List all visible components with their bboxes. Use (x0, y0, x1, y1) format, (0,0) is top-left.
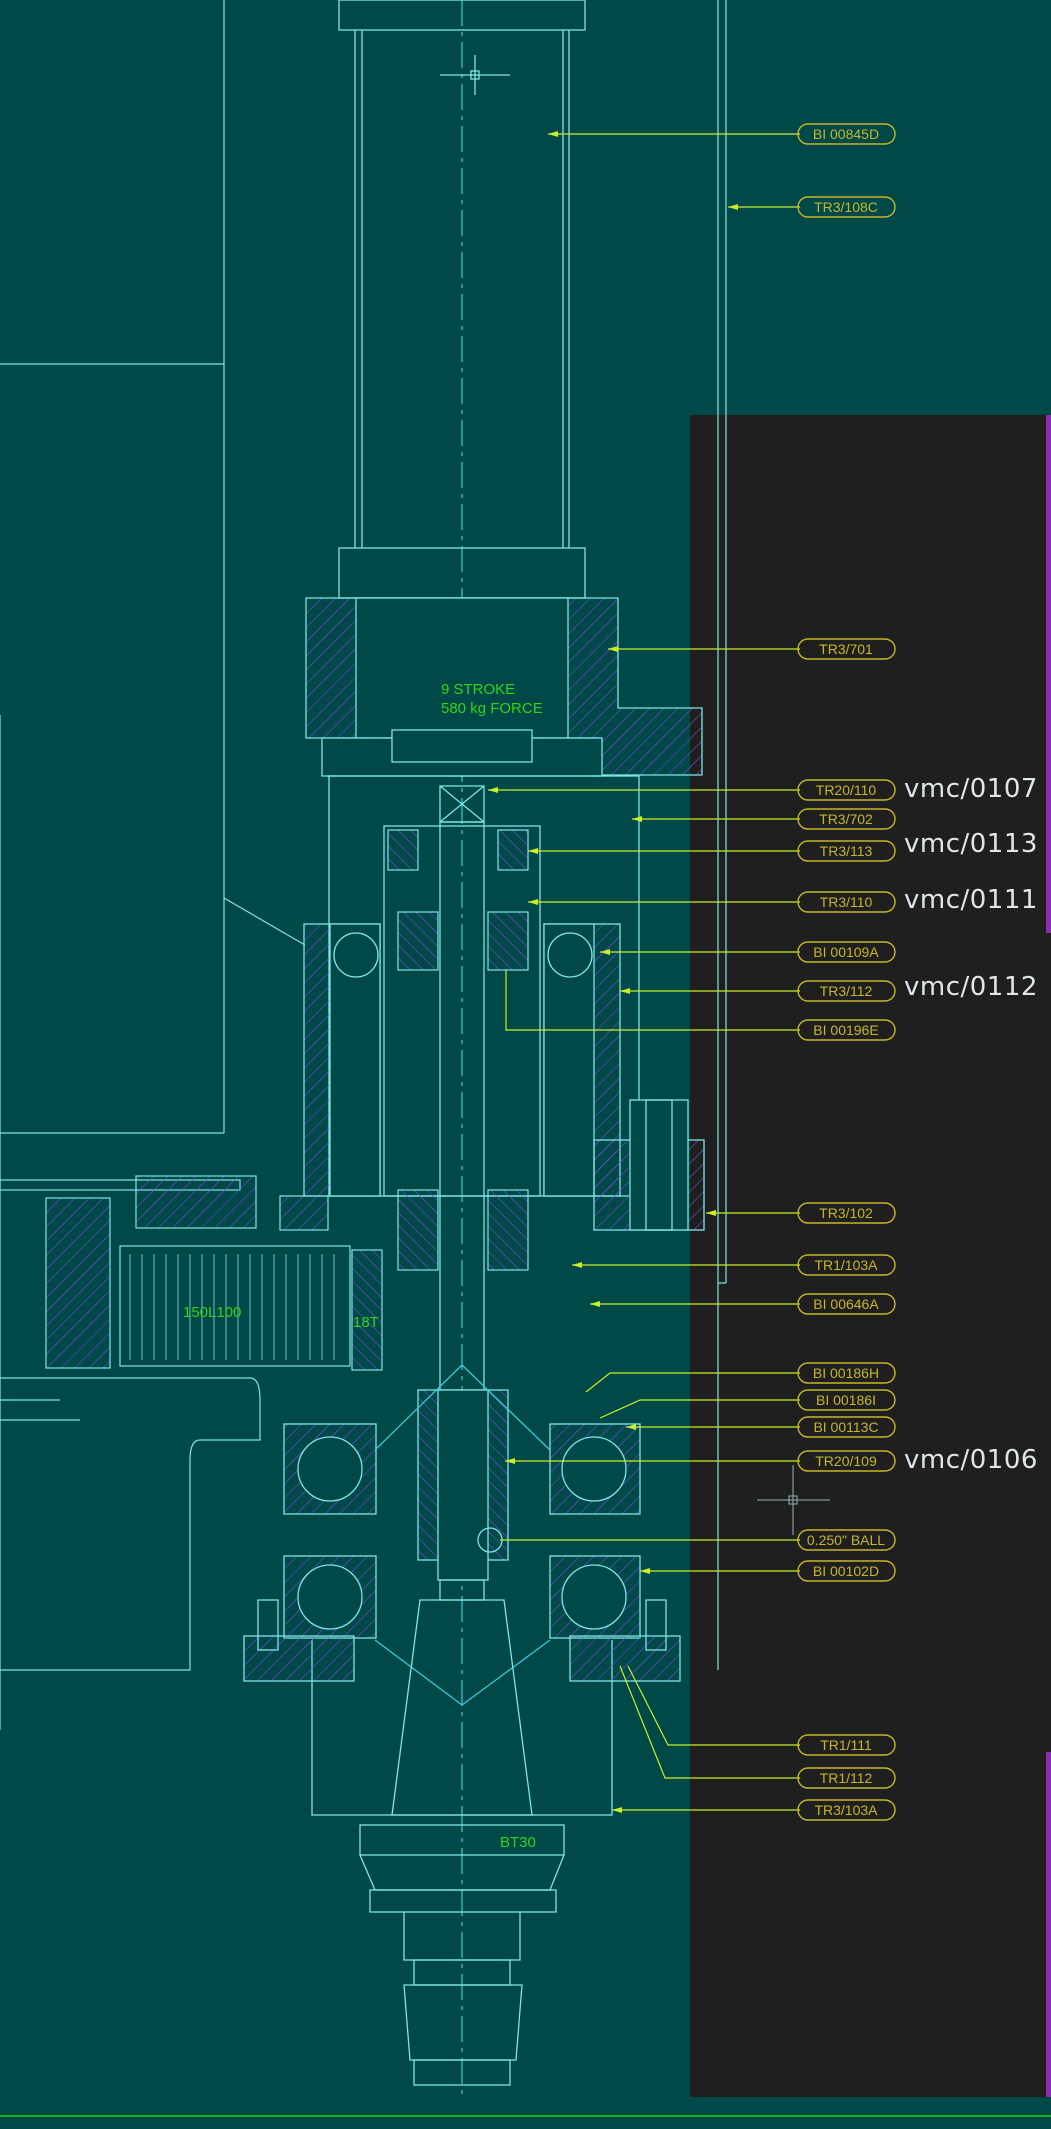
callout-label: BI 00186I (816, 1392, 876, 1408)
callout-layer: BI 00845D TR3/108C TR3/701 TR20/110 TR3/702 T… (797, 123, 896, 1821)
callout-18[interactable]: BI 00102D (797, 1560, 896, 1582)
callout-19[interactable]: TR1/111 (797, 1734, 896, 1756)
callout-14[interactable]: BI 00186I (797, 1389, 896, 1411)
callout-15[interactable]: BI 00113C (797, 1416, 896, 1438)
callout-label: TR3/113 (820, 843, 873, 859)
callout-21[interactable]: TR3/103A (797, 1799, 896, 1821)
callout-20[interactable]: TR1/112 (797, 1767, 896, 1789)
note-vmc-0113: vmc/0113 (904, 829, 1038, 859)
cad-drawing[interactable]: 9 STROKE 580 kg FORCE 150L100 18T BT30 B… (0, 0, 1051, 2129)
callout-label: TR20/110 (816, 782, 877, 798)
callout-label: TR3/102 (819, 1205, 873, 1221)
callout-label: TR3/108C (814, 199, 878, 215)
callout-label: TR3/112 (820, 983, 873, 999)
callout-10[interactable]: TR3/102 (797, 1202, 896, 1224)
callout-label: BI 00186H (813, 1365, 879, 1381)
taper-annotation: BT30 (500, 1834, 536, 1851)
callout-label: BI 00646A (813, 1296, 879, 1312)
callout-0[interactable]: BI 00845D (797, 123, 896, 145)
callout-1[interactable]: TR3/108C (797, 196, 896, 218)
crosshair-cursor-icon (757, 1465, 830, 1535)
callout-11[interactable]: TR1/103A (797, 1254, 896, 1276)
disc-springs (387, 829, 529, 1271)
callout-label: BI 00196E (813, 1022, 878, 1038)
teeth-annotation: 18T (353, 1314, 379, 1331)
note-vmc-0107: vmc/0107 (904, 774, 1038, 804)
callout-label: TR3/701 (819, 641, 873, 657)
note-vmc-0112: vmc/0112 (904, 972, 1038, 1002)
callout-4[interactable]: TR3/702 (797, 808, 896, 830)
callout-6[interactable]: TR3/110 (797, 891, 896, 913)
callout-16[interactable]: TR20/109 (797, 1450, 896, 1472)
callout-label: TR3/110 (820, 894, 873, 910)
callout-label: TR3/103A (814, 1802, 878, 1818)
stroke-annotation: 9 STROKE (441, 681, 515, 698)
callout-5[interactable]: TR3/113 (797, 840, 896, 862)
callout-3[interactable]: TR20/110 (797, 779, 896, 801)
callout-label: BI 00845D (813, 126, 879, 142)
callout-13[interactable]: BI 00186H (797, 1362, 896, 1384)
callout-label: BI 00113C (813, 1419, 878, 1435)
callout-label: BI 00102D (813, 1563, 879, 1579)
gear-annotation: 150L100 (183, 1304, 241, 1321)
note-vmc-0106: vmc/0106 (904, 1445, 1038, 1475)
callout-12[interactable]: BI 00646A (797, 1293, 896, 1315)
callout-label: TR1/111 (820, 1737, 872, 1753)
leader-lines (488, 133, 800, 1811)
callout-9[interactable]: BI 00196E (797, 1019, 896, 1041)
force-annotation: 580 kg FORCE (441, 700, 543, 717)
callout-label: 0.250" BALL (807, 1532, 885, 1548)
note-vmc-0111: vmc/0111 (904, 885, 1038, 915)
callout-8[interactable]: TR3/112 (797, 980, 896, 1002)
callout-17[interactable]: 0.250" BALL (797, 1529, 896, 1551)
callout-7[interactable]: BI 00109A (797, 941, 896, 963)
callout-label: TR20/109 (815, 1453, 877, 1469)
callout-2[interactable]: TR3/701 (797, 638, 896, 660)
callout-label: BI 00109A (813, 944, 879, 960)
callout-label: TR3/702 (819, 811, 873, 827)
callout-label: TR1/112 (820, 1770, 873, 1786)
callout-label: TR1/103A (814, 1257, 878, 1273)
